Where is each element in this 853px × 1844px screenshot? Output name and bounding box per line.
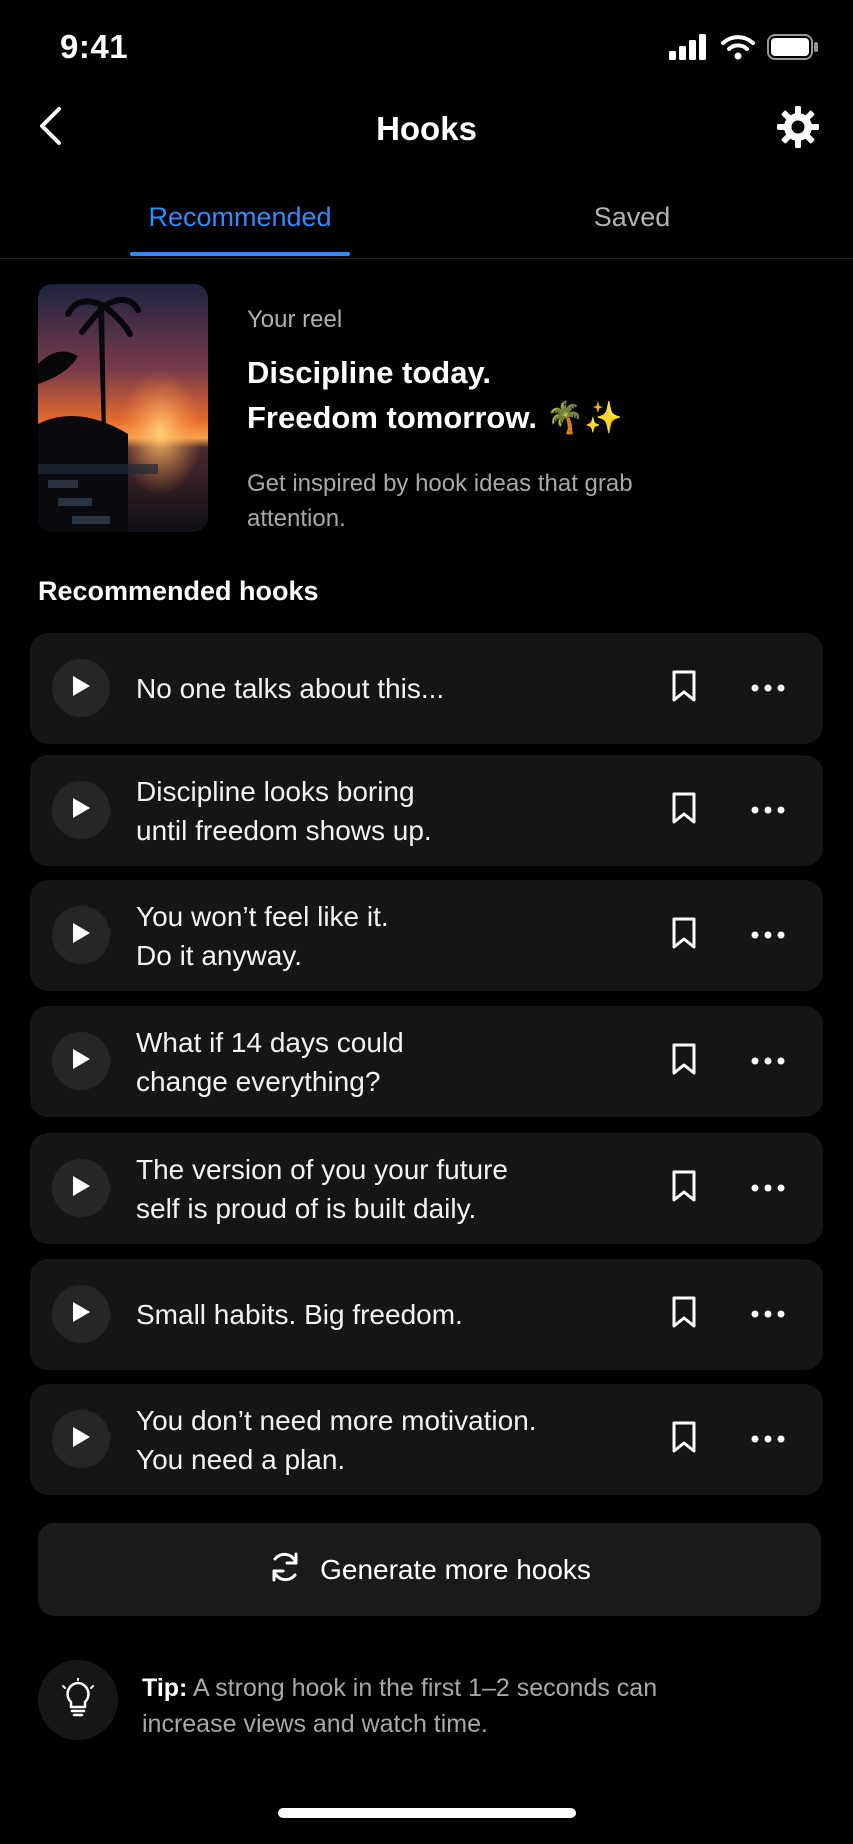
bookmark-button[interactable] (664, 790, 704, 830)
tip-body: A strong hook in the first 1–2 seconds c… (142, 1674, 658, 1738)
reel-caption-line-2: Freedom tomorrow. 🌴✨ (247, 400, 623, 435)
bookmark-icon (671, 916, 697, 955)
hook-card[interactable]: The version of you your future self is p… (30, 1133, 823, 1244)
more-options-button[interactable] (746, 1419, 790, 1459)
bookmark-icon (671, 669, 697, 708)
status-bar: 9:41 (0, 0, 853, 96)
play-icon (70, 1300, 92, 1329)
hook-card[interactable]: You won’t feel like it. Do it anyway. (30, 880, 823, 991)
bookmark-button[interactable] (664, 1294, 704, 1334)
header: Hooks (0, 96, 853, 160)
more-options-button[interactable] (746, 915, 790, 955)
hook-text: No one talks about this... (136, 673, 445, 704)
status-icons (669, 34, 819, 65)
cellular-signal-icon (669, 34, 709, 65)
bookmark-button[interactable] (664, 668, 704, 708)
generate-label: Generate more hooks (320, 1553, 591, 1585)
more-icon (751, 801, 785, 819)
bookmark-button[interactable] (664, 915, 704, 955)
generate-more-hooks-button[interactable]: Generate more hooks (38, 1523, 821, 1616)
play-icon (70, 1174, 92, 1203)
tip-label: Tip: (142, 1674, 188, 1702)
more-icon (751, 926, 785, 944)
tip-text: Tip: A strong hook in the first 1–2 seco… (142, 1670, 702, 1742)
play-button[interactable] (52, 659, 110, 717)
status-time: 9:41 (60, 28, 129, 65)
reel-label: Your reel (247, 306, 343, 333)
play-button[interactable] (52, 1285, 110, 1343)
section-title: Recommended hooks (38, 576, 319, 606)
bookmark-button[interactable] (664, 1041, 704, 1081)
tab-recommended[interactable]: Recommended (130, 202, 350, 233)
play-button[interactable] (52, 1410, 110, 1468)
bookmark-button[interactable] (664, 1419, 704, 1459)
bookmark-icon (671, 791, 697, 830)
hook-text: You won’t feel like it. Do it anyway. (136, 900, 389, 971)
play-button[interactable] (52, 781, 110, 839)
play-button[interactable] (52, 1159, 110, 1217)
page-title: Hooks (376, 110, 477, 147)
tab-saved[interactable]: Saved (532, 202, 732, 233)
more-icon (751, 679, 785, 697)
play-button[interactable] (52, 906, 110, 964)
hook-text: You don’t need more motivation. You need… (136, 1404, 537, 1475)
reel-description: Get inspired by hook ideas that grab att… (247, 470, 633, 532)
more-icon (751, 1052, 785, 1070)
play-icon (70, 1425, 92, 1454)
play-button[interactable] (52, 1032, 110, 1090)
hook-card[interactable]: Discipline looks boring until freedom sh… (30, 755, 823, 866)
bookmark-button[interactable] (664, 1168, 704, 1208)
wifi-icon (721, 34, 755, 65)
bookmark-icon (671, 1169, 697, 1208)
more-options-button[interactable] (746, 790, 790, 830)
tab-bar: Recommended Saved (0, 194, 853, 259)
bookmark-icon (671, 1420, 697, 1459)
hook-text: Small habits. Big freedom. (136, 1299, 463, 1330)
more-options-button[interactable] (746, 668, 790, 708)
more-options-button[interactable] (746, 1041, 790, 1081)
more-icon (751, 1430, 785, 1448)
lightbulb-icon (61, 1676, 95, 1723)
hook-text: The version of you your future self is p… (136, 1153, 508, 1224)
more-options-button[interactable] (746, 1294, 790, 1334)
bookmark-icon (671, 1295, 697, 1334)
reel-caption: Discipline today. Freedom tomorrow. 🌴✨ (247, 350, 767, 440)
refresh-icon (268, 1550, 302, 1589)
battery-icon (767, 34, 819, 65)
settings-button[interactable] (773, 104, 823, 154)
reel-caption-line-1: Discipline today. (247, 355, 492, 390)
play-icon (70, 674, 92, 703)
active-tab-indicator (130, 252, 350, 256)
hook-card[interactable]: No one talks about this... (30, 633, 823, 744)
play-icon (70, 921, 92, 950)
home-indicator[interactable] (278, 1808, 576, 1818)
gear-icon (776, 105, 820, 154)
play-icon (70, 796, 92, 825)
bookmark-icon (671, 1042, 697, 1081)
hook-text: Discipline looks boring until freedom sh… (136, 775, 432, 846)
play-icon (70, 1047, 92, 1076)
more-icon (751, 1179, 785, 1197)
tip-icon-container (38, 1660, 118, 1740)
more-options-button[interactable] (746, 1168, 790, 1208)
hook-card[interactable]: Small habits. Big freedom. (30, 1259, 823, 1370)
hook-text: What if 14 days could change everything? (136, 1026, 404, 1097)
reel-thumbnail[interactable] (38, 284, 208, 532)
hook-card[interactable]: What if 14 days could change everything? (30, 1006, 823, 1117)
hook-card[interactable]: You don’t need more motivation. You need… (30, 1384, 823, 1495)
more-icon (751, 1305, 785, 1323)
